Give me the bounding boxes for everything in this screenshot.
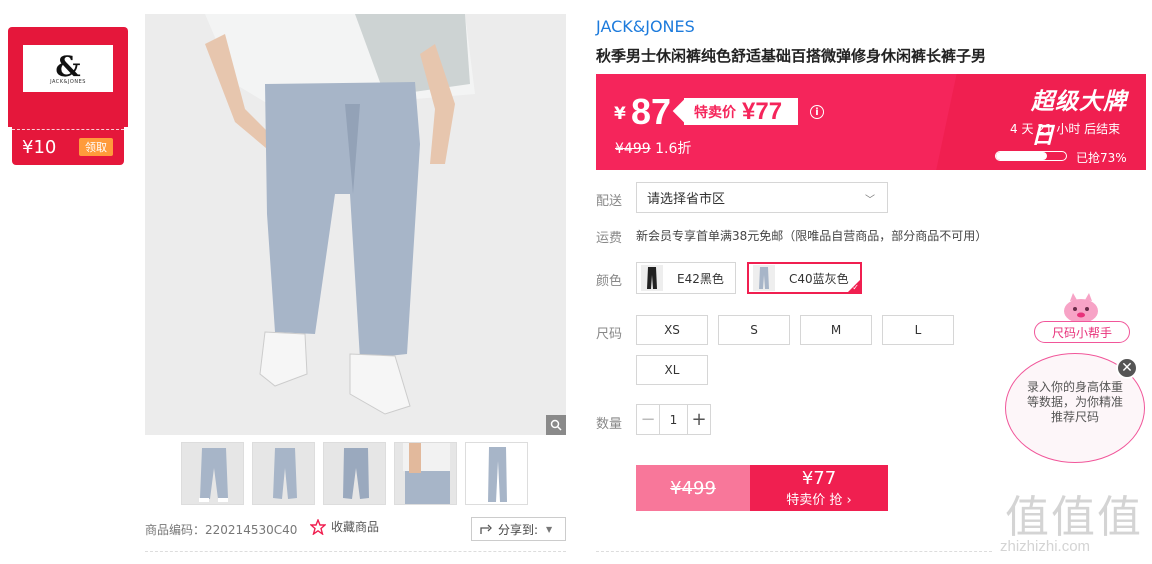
quantity-input[interactable]: 1 <box>660 405 687 434</box>
thumbnail-1[interactable] <box>181 442 244 505</box>
main-product-image[interactable] <box>145 14 566 435</box>
brand-logo-mark: & <box>55 49 81 83</box>
quantity-label: 数量 <box>596 417 623 432</box>
thumb-image <box>253 443 314 504</box>
claim-coupon-button[interactable]: 领取 <box>79 138 113 156</box>
size-option-m[interactable]: M <box>800 315 872 345</box>
buy-button[interactable]: ¥499 ¥77 特卖价 抢 › <box>636 465 888 511</box>
sku-label: 商品编码： <box>145 523 206 537</box>
black-pants-thumb <box>641 265 663 291</box>
thumb-image <box>182 443 243 504</box>
discount-value: 1.6折 <box>655 141 692 157</box>
brand-logo-text: JACK&JONES <box>50 78 86 85</box>
buy-price-value: ¥77 <box>801 467 837 489</box>
thumbnail-4[interactable] <box>394 442 457 505</box>
shipping-info: 新会员专享首单满38元免邮（限唯品自营商品，部分商品不可用） <box>636 229 988 243</box>
coupon-amount: ¥10 <box>22 137 57 158</box>
close-icon[interactable]: ✕ <box>1116 357 1138 379</box>
current-price: 87 <box>631 91 672 132</box>
zoom-button[interactable] <box>546 415 566 435</box>
buy-original-price: ¥499 <box>636 465 750 511</box>
price-banner: ¥ 87 特卖价 ¥77 i ¥499 1.6折 超级大牌日 4 天 21 小时… <box>596 74 1146 170</box>
share-dropdown[interactable]: 分享到: ▼ <box>471 517 566 541</box>
favorite-label: 收藏商品 <box>331 520 380 534</box>
check-icon: ✓ <box>852 283 859 292</box>
color-option-label: E42黑色 <box>677 271 724 286</box>
quantity-stepper: − 1 + <box>636 404 711 435</box>
thumbnail-2[interactable] <box>252 442 315 505</box>
currency-symbol: ¥ <box>614 104 626 124</box>
caret-down-icon: ▼ <box>546 524 553 534</box>
product-title: 秋季男士休闲裤纯色舒适基础百搭微弹修身休闲裤长裤子男 <box>596 47 987 65</box>
color-option-label: C40蓝灰色 <box>789 271 849 286</box>
watermark: 值值值 zhizhizhi.com <box>1000 478 1148 558</box>
mascot-icon[interactable] <box>1061 290 1101 324</box>
quantity-decrease-button[interactable]: − <box>637 405 660 434</box>
size-option-xs[interactable]: XS <box>636 315 708 345</box>
event-title: 超级大牌日 <box>1031 89 1127 149</box>
region-select[interactable]: 请选择省市区 ﹀ <box>636 182 888 213</box>
magnifier-icon <box>550 419 562 431</box>
star-icon <box>310 518 326 535</box>
color-swatch <box>753 265 775 291</box>
size-helper-button[interactable]: 尺码小帮手 <box>1034 321 1130 343</box>
thumbnail-5[interactable] <box>465 442 528 505</box>
quantity-increase-button[interactable]: + <box>687 405 710 434</box>
chevron-down-icon: ﹀ <box>865 195 875 206</box>
color-option-bluegray[interactable]: C40蓝灰色 ✓ <box>747 262 862 294</box>
favorite-button[interactable]: 收藏商品 <box>310 518 379 535</box>
sold-progress-fill <box>996 152 1048 160</box>
info-icon[interactable]: i <box>810 105 824 119</box>
sku-value: 220214530C40 <box>205 523 298 537</box>
product-meta-row: 商品编码：220214530C40 收藏商品 分享到: ▼ <box>145 517 566 541</box>
size-label: 尺码 <box>596 327 623 342</box>
buy-original-price-value: ¥499 <box>670 477 716 499</box>
thumbnail-strip <box>181 442 528 505</box>
original-price-value: ¥499 <box>615 141 651 157</box>
delivery-label: 配送 <box>596 194 623 209</box>
sold-percent: 已抢73% <box>1076 151 1127 165</box>
divider <box>145 551 566 552</box>
thumb-image <box>466 443 527 504</box>
color-swatch <box>641 265 663 291</box>
sku-code: 商品编码：220214530C40 <box>145 521 297 538</box>
coupon-divider <box>12 129 124 130</box>
special-price-label: 特卖价 <box>694 104 736 121</box>
product-photo <box>145 14 566 435</box>
watermark-logo: 值值值 <box>1005 492 1143 543</box>
brand-link[interactable]: JACK&JONES <box>596 17 695 36</box>
buy-special-price: ¥77 特卖价 抢 › <box>750 465 888 511</box>
size-option-l[interactable]: L <box>882 315 954 345</box>
mascot-image <box>1064 293 1098 323</box>
size-option-xl[interactable]: XL <box>636 355 708 385</box>
share-icon <box>480 524 492 534</box>
region-select-value: 请选择省市区 <box>647 192 726 207</box>
countdown: 4 天 21 小时 后结束 <box>1010 122 1121 136</box>
color-option-black[interactable]: E42黑色 <box>636 262 736 294</box>
special-price-tag: 特卖价 ¥77 <box>684 98 798 125</box>
divider <box>596 551 992 552</box>
brand-logo: & JACK&JONES <box>23 45 113 92</box>
watermark-url: zhizhizhi.com <box>1000 538 1091 555</box>
thumbnail-3[interactable] <box>323 442 386 505</box>
thumb-image <box>395 443 456 504</box>
sold-progress-bar <box>995 151 1067 161</box>
size-option-s[interactable]: S <box>718 315 790 345</box>
original-price: ¥499 1.6折 <box>615 138 691 158</box>
buy-action-label: 特卖价 抢 › <box>786 492 852 508</box>
size-helper-text: 录入你的身高体重等数据，为你精准推荐尺码 <box>1026 380 1123 424</box>
color-label: 颜色 <box>596 274 623 289</box>
shipping-label: 运费 <box>596 231 623 246</box>
thumb-image <box>324 443 385 504</box>
brand-coupon[interactable]: & JACK&JONES ¥10 领取 <box>8 27 128 165</box>
coupon-header: & JACK&JONES <box>8 27 128 127</box>
share-label: 分享到: <box>498 522 539 537</box>
special-price-value: ¥77 <box>742 97 783 125</box>
bluegray-pants-thumb <box>753 265 775 291</box>
